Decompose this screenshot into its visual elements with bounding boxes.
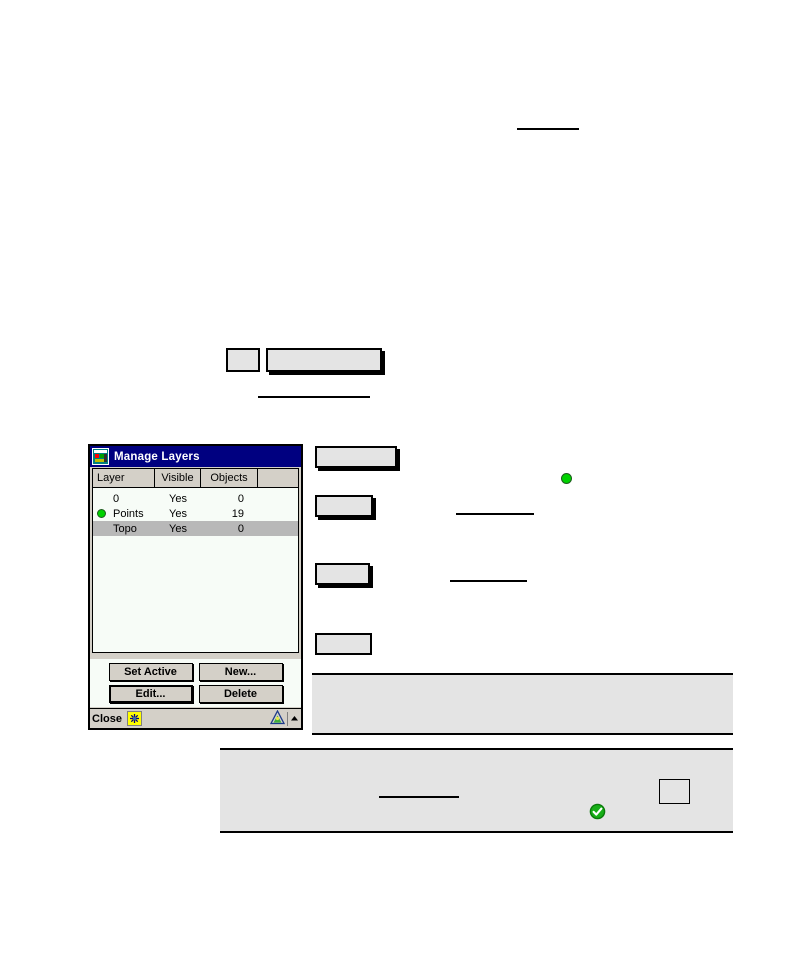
- table-row[interactable]: 0 Yes 0: [93, 491, 298, 506]
- cell-layer: 0: [113, 492, 120, 505]
- dialog-statusbar: Close: [90, 708, 301, 728]
- note-panel-lower: [220, 748, 733, 833]
- underline-rule-top: [517, 128, 579, 130]
- document-page: Manage Layers Layer Visible Objects 0 Ye…: [0, 0, 786, 954]
- delete-button[interactable]: Delete: [198, 685, 283, 703]
- cell-layer: Points: [113, 507, 144, 520]
- cell-layer: Topo: [113, 522, 137, 535]
- cell-objects: 19: [231, 507, 244, 520]
- layers-list[interactable]: Layer Visible Objects 0 Yes 0 Points Yes…: [92, 468, 299, 653]
- set-active-button[interactable]: Set Active: [108, 663, 193, 681]
- button-placeholder-4[interactable]: [315, 633, 372, 655]
- underline-rule-side-1: [456, 513, 534, 515]
- column-header-extra[interactable]: [258, 469, 298, 487]
- dialog-button-row-1: Set Active New...: [90, 663, 301, 681]
- underline-rule-mid: [258, 396, 370, 398]
- layers-list-header: Layer Visible Objects: [93, 469, 298, 488]
- cell-objects: 0: [237, 492, 244, 505]
- green-check-icon: [589, 803, 606, 820]
- cell-visible: Yes: [169, 492, 187, 505]
- dialog-title: Manage Layers: [114, 450, 200, 463]
- survey-triangle-icon[interactable]: [269, 709, 286, 728]
- input-panel-icon[interactable]: [126, 711, 142, 726]
- statusbar-divider: [287, 711, 288, 726]
- dialog-button-row-2: Edit... Delete: [90, 685, 301, 703]
- small-button-placeholder[interactable]: [226, 348, 260, 372]
- note-panel-upper: [312, 673, 733, 735]
- cell-visible: Yes: [169, 522, 187, 535]
- cell-objects: 0: [237, 522, 244, 535]
- statusbar-tray: [269, 709, 299, 728]
- manage-layers-dialog[interactable]: Manage Layers Layer Visible Objects 0 Ye…: [88, 444, 303, 730]
- dialog-button-area: Set Active New... Edit... Delete: [90, 659, 301, 707]
- empty-square-placeholder[interactable]: [659, 779, 690, 804]
- wide-field-placeholder[interactable]: [266, 348, 382, 372]
- cell-visible: Yes: [169, 507, 187, 520]
- chevron-up-icon[interactable]: [290, 712, 299, 726]
- edit-button[interactable]: Edit...: [108, 685, 193, 703]
- button-placeholder-1[interactable]: [315, 446, 397, 468]
- column-header-objects[interactable]: Objects: [201, 469, 258, 487]
- column-header-layer[interactable]: Layer: [93, 469, 155, 487]
- active-layer-dot: [561, 473, 572, 484]
- button-placeholder-3[interactable]: [315, 563, 370, 585]
- button-placeholder-2[interactable]: [315, 495, 373, 517]
- table-row[interactable]: Points Yes 19: [93, 506, 298, 521]
- close-button[interactable]: Close: [92, 713, 122, 725]
- underline-rule-note: [379, 796, 459, 798]
- map-layers-icon: [92, 448, 109, 465]
- new-button[interactable]: New...: [198, 663, 283, 681]
- dialog-titlebar: Manage Layers: [90, 446, 301, 467]
- underline-rule-side-2: [450, 580, 527, 582]
- table-row[interactable]: Topo Yes 0: [93, 521, 298, 536]
- column-header-visible[interactable]: Visible: [155, 469, 201, 487]
